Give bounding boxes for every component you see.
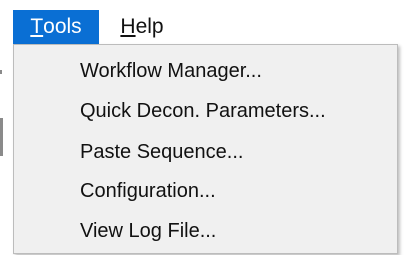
tools-dropdown: Workflow Manager... Quick Decon. Paramet… <box>13 44 398 254</box>
help-accelerator: H <box>120 15 136 38</box>
background-window-edge <box>0 70 2 74</box>
help-menu[interactable]: Help <box>112 10 172 44</box>
menu-item-configuration[interactable]: Configuration... <box>80 179 216 203</box>
tools-label-rest: ools <box>43 15 82 38</box>
menu-item-paste-sequence[interactable]: Paste Sequence... <box>80 140 243 164</box>
menu-item-workflow-manager[interactable]: Workflow Manager... <box>80 59 262 83</box>
help-label-rest: elp <box>135 15 164 38</box>
menu-item-view-log-file[interactable]: View Log File... <box>80 219 216 243</box>
tools-accelerator: T <box>30 15 44 38</box>
background-window-edge <box>0 118 3 156</box>
menu-item-quick-decon-parameters[interactable]: Quick Decon. Parameters... <box>80 99 326 123</box>
menu-bar: Tools Help <box>0 0 413 44</box>
tools-menu[interactable]: Tools <box>13 10 99 44</box>
